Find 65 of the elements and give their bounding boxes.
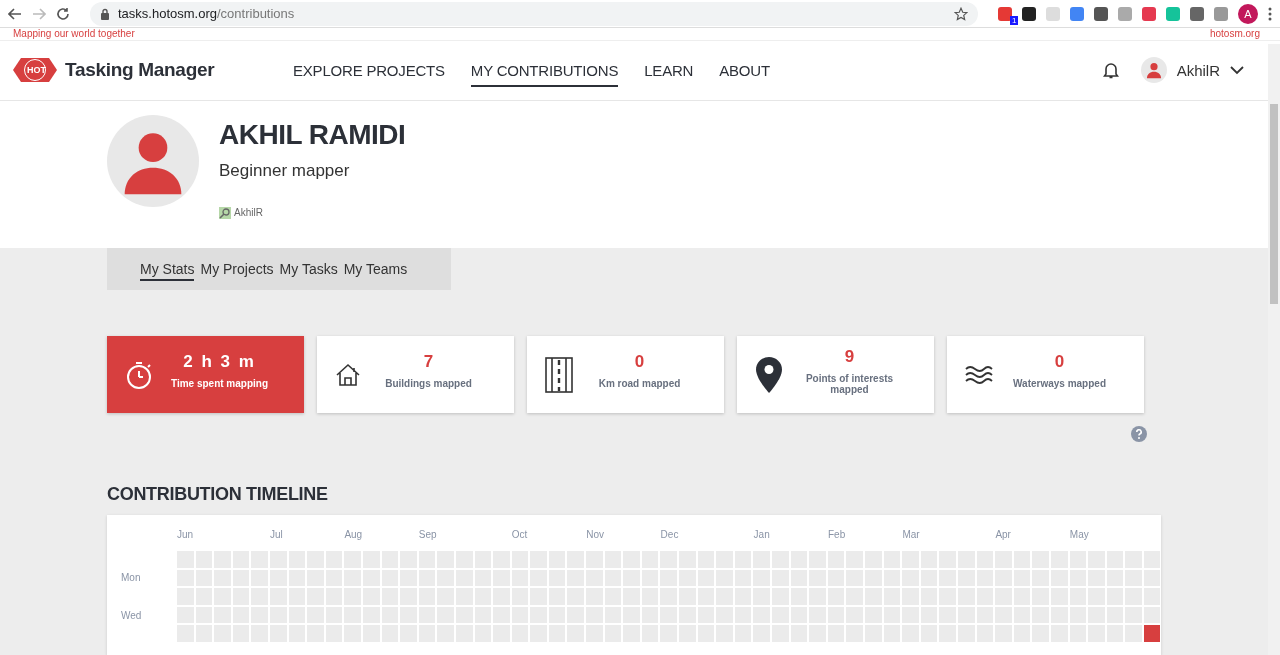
house-icon [335,362,361,387]
user-name[interactable]: AkhilR [1176,61,1220,79]
nav-link[interactable]: EXPLORE PROJECTS [293,53,445,87]
star-icon[interactable] [954,6,968,21]
month-label: Sep [418,529,437,540]
stat-value: 7 [423,352,434,372]
osm-profile-link[interactable]: AkhilR [234,207,263,219]
extension-icon[interactable] [1094,6,1108,21]
extension-badge: 1 [1010,15,1019,25]
month-label: Jun [177,529,194,540]
day-label: Mon [121,572,142,584]
reload-icon[interactable] [56,6,70,21]
stopwatch-icon [125,359,153,390]
back-arrow-icon[interactable] [8,7,22,20]
stat-label: Km road mapped [598,378,681,389]
month-label: Jan [753,529,770,540]
month-label: Mar [902,529,920,540]
tab[interactable]: My Projects [200,257,274,281]
chevron-down-icon[interactable] [1230,65,1244,75]
month-label: Apr [995,529,1011,540]
help-icon[interactable] [1131,426,1147,442]
app-title: Tasking Manager [65,59,215,82]
map-pin-icon [755,355,783,394]
extension-icon[interactable] [1022,6,1036,21]
nav-link[interactable]: MY CONTRIBUTIONS [470,53,619,87]
user-avatar[interactable] [1140,57,1167,84]
lock-icon [100,7,110,20]
stat-label: Waterways mapped [1013,378,1106,389]
stat-label: Points of interests mapped [804,372,895,395]
stat-value: 0 [1054,352,1065,372]
tab[interactable]: My Tasks [279,257,338,281]
tagline: Mapping our world together [13,28,135,41]
stat-label: Time spent mapping [170,378,269,389]
day-label: Wed [121,609,143,621]
logo-label: HOT [27,65,46,76]
profile-avatar[interactable]: A [1238,3,1258,24]
month-label: Feb [828,529,846,540]
map-magnifier-icon [219,206,231,219]
profile-name: AKHIL RAMIDI [219,118,406,151]
tab[interactable]: My Stats [140,257,195,281]
scrollbar[interactable] [1268,44,1280,655]
extension-icon[interactable] [998,6,1012,21]
hotosm-link[interactable]: hotosm.org [1209,28,1260,41]
tab[interactable]: My Teams [343,257,408,281]
month-label: May [1069,529,1089,540]
stat-label: Buildings mapped [385,378,472,389]
nav-link[interactable]: LEARN [644,53,694,87]
nav-link[interactable]: ABOUT [719,53,770,87]
month-label: Jul [270,529,283,540]
stat-value: 2 h 3 m [183,352,256,372]
bell-icon[interactable] [1102,61,1119,80]
stat-value: 9 [844,346,855,367]
scrollbar-thumb[interactable] [1270,104,1278,304]
stat-value: 0 [634,352,645,372]
url-text: tasks.hotosm.org/contributions [118,6,296,21]
mapper-level: Beginner mapper [219,160,351,181]
section-title: CONTRIBUTION TIMELINE [107,484,329,505]
month-label: Dec [660,529,679,540]
month-label: Aug [344,529,363,540]
waves-icon [965,364,993,385]
month-label: Oct [511,529,528,540]
road-icon [545,356,573,393]
month-label: Nov [586,529,604,540]
address-bar[interactable]: tasks.hotosm.org/contributions [90,1,978,26]
menu-icon[interactable] [1268,6,1272,21]
